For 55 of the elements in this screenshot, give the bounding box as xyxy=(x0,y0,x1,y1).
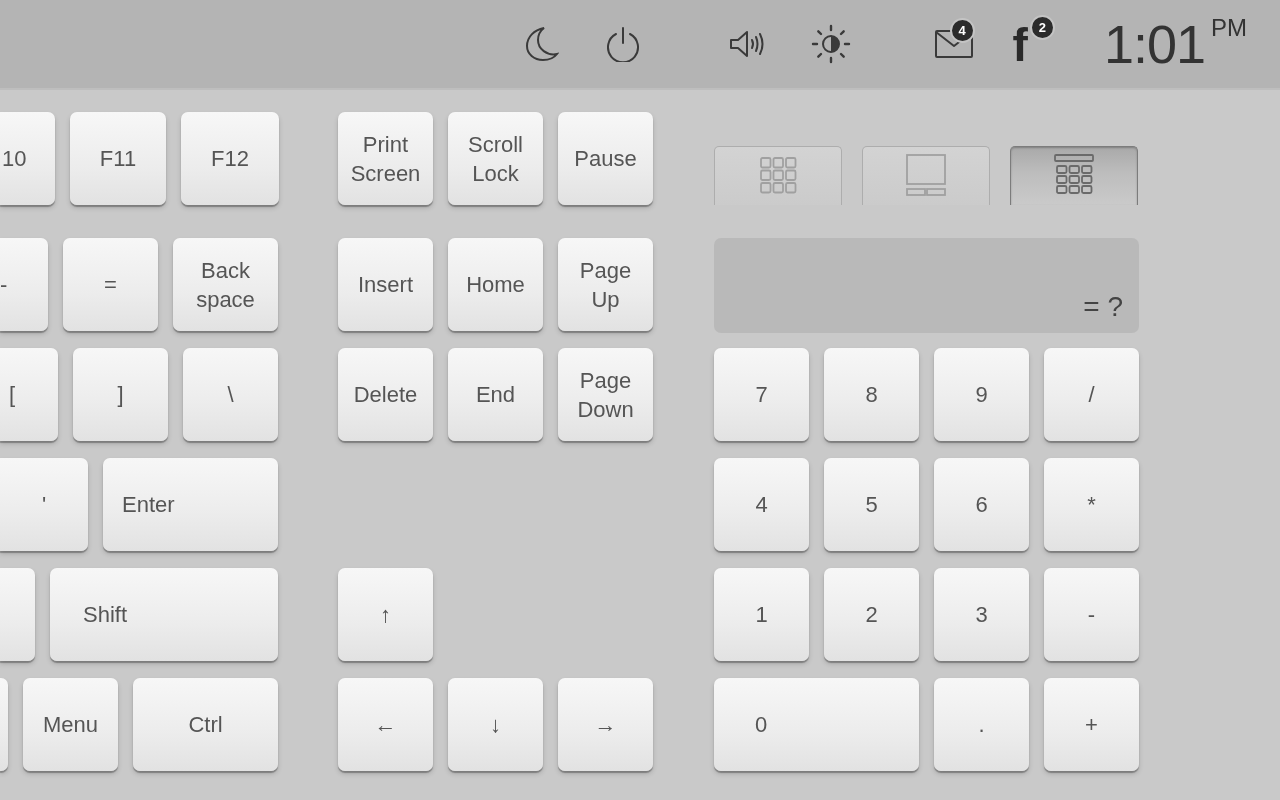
keyboard-key[interactable]: Page Down xyxy=(558,348,653,441)
keyboard-key[interactable]: ' xyxy=(0,458,88,551)
touchpad-icon xyxy=(906,154,946,196)
keyboard-key[interactable]: 4 xyxy=(714,458,809,551)
calculator-icon xyxy=(1054,154,1094,196)
keyboard-key[interactable]: [ xyxy=(0,348,58,441)
keyboard-key[interactable]: 8 xyxy=(824,348,919,441)
keyboard-key[interactable]: 5 xyxy=(824,458,919,551)
brightness-icon[interactable] xyxy=(810,24,851,64)
keyboard-key[interactable]: Ctrl xyxy=(133,678,278,771)
keyboard-key[interactable]: 6 xyxy=(934,458,1029,551)
notification-badge: 4 xyxy=(949,18,975,43)
clock-time: 1:01 xyxy=(1103,14,1205,74)
keyboard-key[interactable]: Shift xyxy=(50,568,278,661)
display-text: = ? xyxy=(1083,291,1123,323)
keyboard-key[interactable]: 0 xyxy=(714,678,919,771)
keyboard-key[interactable]: Scroll Lock xyxy=(448,112,543,205)
keyboard-key[interactable]: 7 xyxy=(714,348,809,441)
keyboard-key[interactable]: - xyxy=(0,238,48,331)
keyboard-key[interactable]: → xyxy=(558,678,653,771)
keyboard-key[interactable]: Delete xyxy=(338,348,433,441)
keyboard-key[interactable]: 1 xyxy=(714,568,809,661)
power-icon[interactable] xyxy=(604,26,641,62)
app-glyph[interactable]: f xyxy=(1012,21,1028,67)
keyboard-key[interactable]: Enter xyxy=(103,458,278,551)
keyboard-key[interactable]: + xyxy=(1044,678,1139,771)
keyboard-key[interactable]: ↑ xyxy=(338,568,433,661)
moon-icon[interactable] xyxy=(524,26,559,62)
keyboard-key[interactable]: \ xyxy=(183,348,278,441)
clock-period: PM xyxy=(1211,14,1247,42)
keyboard-key[interactable]: 3 xyxy=(934,568,1029,661)
keyboard-key[interactable]: Home xyxy=(448,238,543,331)
keyboard-key[interactable]: ↓ xyxy=(448,678,543,771)
keyboard-key[interactable]: . xyxy=(934,678,1029,771)
keyboard-key[interactable]: ] xyxy=(73,348,168,441)
keyboard-key[interactable]: F11 xyxy=(70,112,166,205)
keyboard-key[interactable]: * xyxy=(1044,458,1139,551)
keyboard-key[interactable]: Pause xyxy=(558,112,653,205)
keyboard-key[interactable]: = xyxy=(63,238,158,331)
keyboard-key[interactable]: F12 xyxy=(181,112,279,205)
keyboard-key[interactable]: Insert xyxy=(338,238,433,331)
keyboard-key[interactable]: 10 xyxy=(0,112,55,205)
keypad-icon xyxy=(758,154,798,196)
notification-badge: 2 xyxy=(1029,15,1055,40)
keyboard-key[interactable]: End xyxy=(448,348,543,441)
keyboard-key[interactable]: Back space xyxy=(173,238,278,331)
keyboard-key[interactable]: / xyxy=(1044,348,1139,441)
keyboard-key[interactable]: Page Up xyxy=(558,238,653,331)
keyboard-key[interactable]: Print Screen xyxy=(338,112,433,205)
keyboard-key[interactable]: ← xyxy=(338,678,433,771)
keyboard-key[interactable]: 2 xyxy=(824,568,919,661)
keyboard-key[interactable]: Menu xyxy=(23,678,118,771)
keyboard-key[interactable]: - xyxy=(1044,568,1139,661)
keyboard-key[interactable]: 9 xyxy=(934,348,1029,441)
mode-tab[interactable] xyxy=(1010,146,1138,205)
